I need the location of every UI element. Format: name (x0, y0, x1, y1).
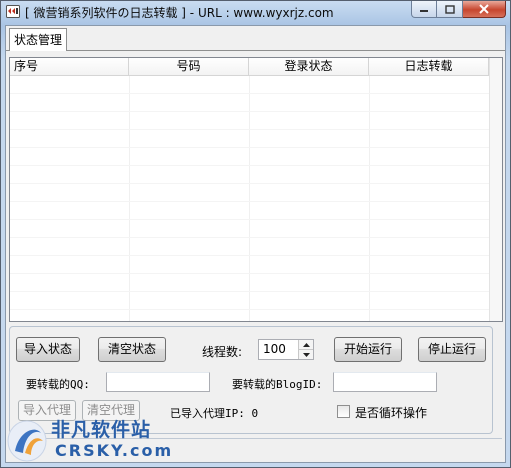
imported-proxy-count: 已导入代理IP: 0 (170, 407, 259, 420)
column-header-log-repost[interactable]: 日志转载 (369, 58, 489, 75)
blogid-input[interactable] (333, 372, 437, 392)
loop-checkbox[interactable] (337, 405, 350, 418)
app-window: [ 微营销系列软件の日志转载 ] - URL : www.wyxrjz.com … (0, 0, 511, 468)
clear-status-button[interactable]: 清空状态 (98, 337, 166, 362)
column-header-login-status[interactable]: 登录状态 (249, 58, 369, 75)
qq-input[interactable] (106, 372, 210, 392)
close-icon (479, 4, 489, 14)
import-status-button[interactable]: 导入状态 (16, 337, 80, 362)
threads-label: 线程数: (202, 345, 243, 359)
close-button[interactable] (463, 1, 506, 18)
column-header-index[interactable]: 序号 (10, 58, 129, 75)
grid-line (10, 219, 490, 220)
grid-line (10, 255, 490, 256)
spinner-buttons (298, 340, 313, 359)
tab-strip: 状态管理 (6, 26, 505, 51)
vertical-scrollbar[interactable] (489, 58, 502, 321)
maximize-icon (444, 4, 455, 14)
grid-line (10, 147, 490, 148)
window-title: [ 微营销系列软件の日志转载 ] - URL : www.wyxrjz.com (25, 6, 334, 20)
grid-line (10, 201, 490, 202)
watermark: 非凡软件站 CRSKY.com (5, 413, 175, 467)
table-header: 序号 号码 登录状态 日志转载 (10, 58, 502, 76)
chevron-up-icon (302, 342, 310, 347)
table-body (10, 76, 502, 321)
window-controls (411, 1, 506, 19)
blogid-label: 要转载的BlogID: (232, 378, 323, 391)
app-icon[interactable] (6, 5, 20, 18)
watermark-text-cn: 非凡软件站 (51, 419, 152, 441)
client-area: 状态管理 序号 号码 登录状态 日志转载 导入状态 清空状态 线程数: 100 … (5, 25, 506, 463)
column-header-number[interactable]: 号码 (129, 58, 249, 75)
grid-line (10, 183, 490, 184)
stop-run-button[interactable]: 停止运行 (418, 337, 486, 362)
watermark-logo-icon (7, 420, 47, 462)
grid-line (10, 309, 490, 310)
tab-status-management[interactable]: 状态管理 (9, 28, 68, 51)
spinner-up-button[interactable] (299, 340, 313, 350)
maximize-button[interactable] (437, 1, 463, 18)
account-list-table[interactable]: 序号 号码 登录状态 日志转载 (9, 57, 503, 322)
chevron-down-icon (302, 352, 310, 357)
grid-line (10, 93, 490, 94)
grid-line (10, 291, 490, 292)
threads-spinner[interactable]: 100 (258, 339, 314, 360)
start-run-button[interactable]: 开始运行 (334, 337, 402, 362)
watermark-text-en: CRSKY.com (55, 441, 174, 460)
loop-label[interactable]: 是否循环操作 (355, 404, 427, 421)
grid-line (369, 76, 370, 321)
grid-line (10, 273, 490, 274)
threads-value: 100 (263, 342, 286, 356)
title-bar[interactable]: [ 微营销系列软件の日志转载 ] - URL : www.wyxrjz.com (1, 1, 510, 23)
grid-line (249, 76, 250, 321)
grid-line (129, 76, 130, 321)
grid-line (10, 165, 490, 166)
spinner-down-button[interactable] (299, 350, 313, 359)
minimize-button[interactable] (411, 1, 437, 18)
grid-line (10, 129, 490, 130)
qq-label: 要转载的QQ: (26, 378, 90, 391)
minimize-icon (420, 10, 428, 12)
grid-line (10, 111, 490, 112)
grid-line (10, 237, 490, 238)
